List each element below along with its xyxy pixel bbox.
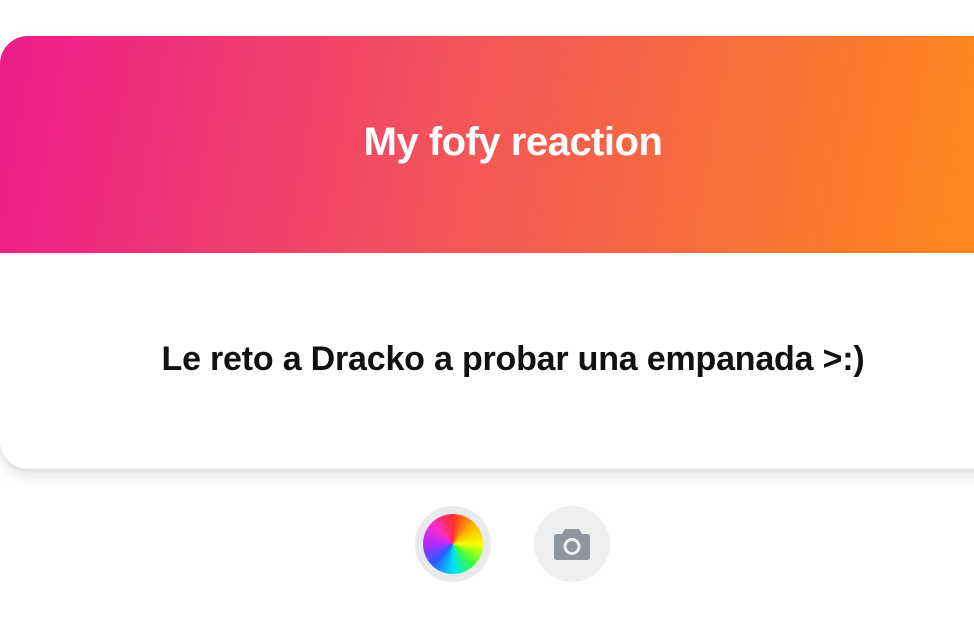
card-controls xyxy=(0,506,974,582)
camera-button[interactable] xyxy=(534,506,610,582)
reaction-message[interactable]: Le reto a Dracko a probar una empanada >… xyxy=(0,340,974,379)
card-title: My fofy reaction xyxy=(363,120,663,164)
color-wheel-icon xyxy=(423,514,483,574)
color-picker-button[interactable] xyxy=(415,506,491,582)
reaction-card: My fofy reaction Le reto a Dracko a prob… xyxy=(0,36,974,469)
screen: My fofy reaction Le reto a Dracko a prob… xyxy=(0,0,974,633)
card-body[interactable]: Le reto a Dracko a probar una empanada >… xyxy=(0,253,974,469)
card-header: My fofy reaction xyxy=(0,36,974,253)
camera-icon xyxy=(554,529,590,560)
